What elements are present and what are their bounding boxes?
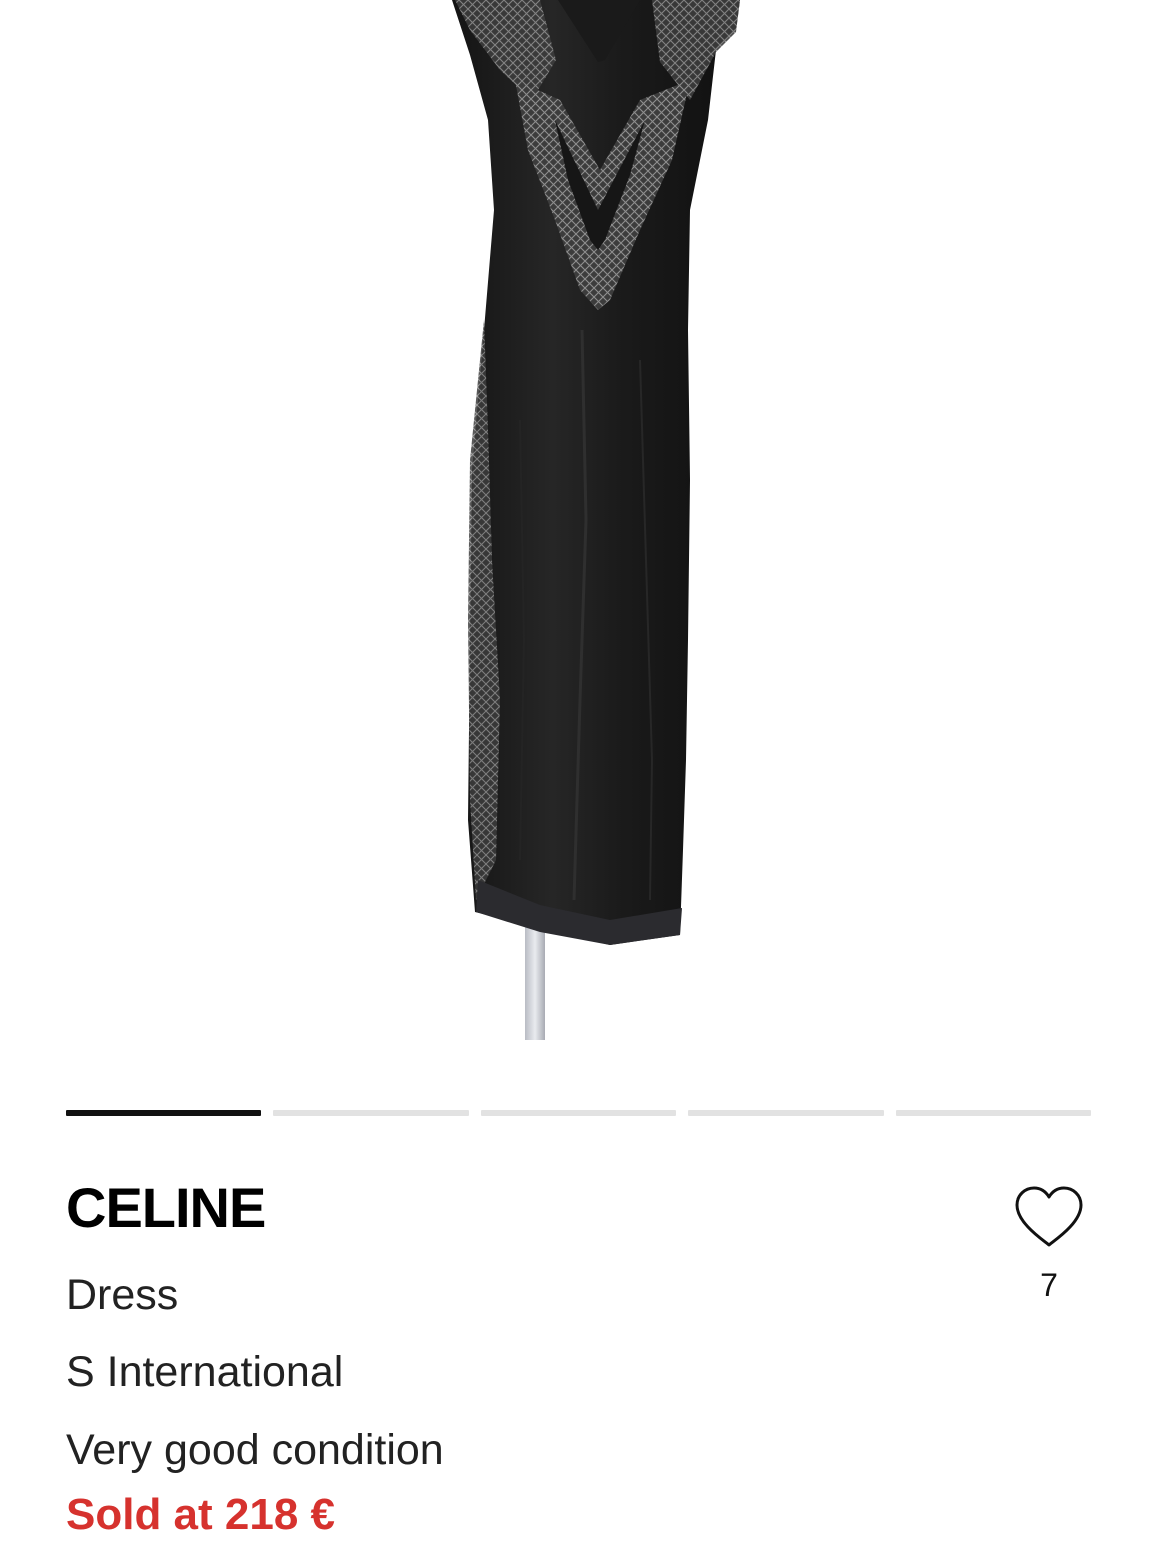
sold-price: Sold at 218 €: [66, 1490, 336, 1539]
carousel-indicator[interactable]: [688, 1110, 884, 1116]
dress-photo: [452, 0, 740, 1040]
carousel-indicator[interactable]: [66, 1110, 262, 1116]
product-image[interactable]: [0, 0, 1157, 1060]
image-carousel-indicators: [66, 1110, 1092, 1118]
brand-name[interactable]: CELINE: [66, 1176, 266, 1240]
carousel-indicator[interactable]: [273, 1110, 469, 1116]
favorite-count: 7: [1040, 1267, 1058, 1303]
heart-icon[interactable]: [1010, 1185, 1088, 1249]
carousel-indicator[interactable]: [895, 1110, 1092, 1116]
product-type: Dress: [66, 1271, 179, 1319]
product-size: S International: [66, 1348, 344, 1396]
carousel-indicator[interactable]: [480, 1110, 677, 1116]
product-condition: Very good condition: [66, 1426, 444, 1474]
favorite-button[interactable]: 7: [1010, 1185, 1088, 1303]
